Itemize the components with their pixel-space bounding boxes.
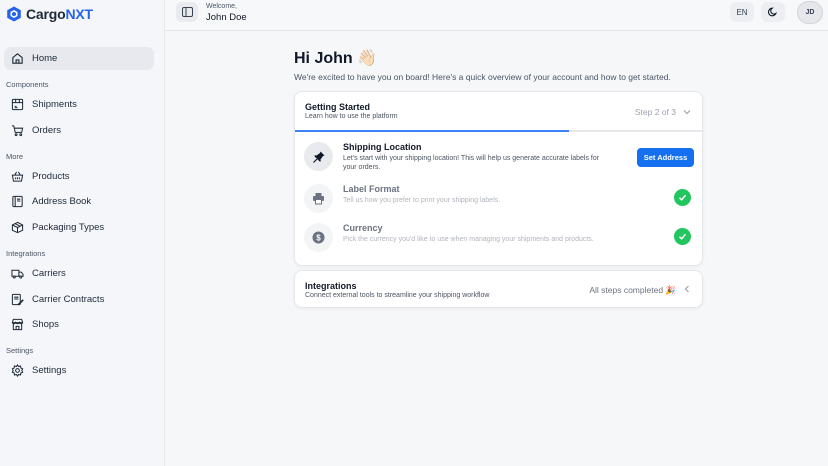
step-title: Shipping Location — [343, 142, 422, 152]
sidebar-item-label: Packaging Types — [32, 222, 105, 233]
avatar[interactable]: JD — [797, 1, 823, 24]
top-header: Welcome, John Doe EN JD — [165, 0, 828, 31]
sidebar-item-orders[interactable]: Orders — [4, 119, 154, 142]
chevron-left-icon[interactable] — [682, 284, 692, 294]
printer-icon — [313, 193, 324, 205]
sidebar-item-label: Carrier Contracts — [32, 294, 105, 305]
language-button[interactable]: EN — [730, 2, 754, 22]
sidebar-item-label: Address Book — [32, 196, 92, 207]
card-subtitle: Connect external tools to streamline you… — [305, 292, 490, 299]
sidebar-item-settings[interactable]: Settings — [4, 359, 154, 382]
brand-name: CargoNXT — [26, 6, 93, 22]
step-count: Step 2 of 3 — [634, 107, 676, 117]
sidebar-item-address-book[interactable]: Address Book — [4, 190, 154, 213]
section-label-more: More — [6, 152, 24, 161]
card-title: Integrations — [305, 281, 357, 291]
book-icon — [12, 195, 23, 208]
sidebar-item-carrier-contracts[interactable]: Carrier Contracts — [4, 288, 154, 311]
step-icon-wrap — [304, 184, 333, 213]
section-label-integrations: Integrations — [6, 249, 46, 258]
dollar-icon: $ — [312, 231, 325, 244]
section-label-settings: Settings — [6, 346, 34, 355]
section-label-components: Components — [6, 80, 49, 89]
sidebar-item-label: Carriers — [32, 268, 66, 279]
step-icon-wrap — [304, 142, 333, 171]
sidebar-item-carriers[interactable]: Carriers — [4, 262, 154, 285]
card-subtitle: Learn how to use the platform — [305, 113, 398, 120]
chevron-down-icon[interactable] — [682, 107, 692, 117]
sidebar-item-label: Shops — [32, 319, 59, 330]
step-description: Let's start with your shipping location!… — [343, 155, 600, 171]
step-icon-wrap: $ — [304, 223, 333, 252]
set-address-button[interactable]: Set Address — [637, 148, 694, 167]
integrations-status: All steps completed 🎉 — [589, 285, 676, 295]
card-title: Getting Started — [305, 102, 371, 112]
gear-icon — [11, 364, 24, 377]
integrations-card[interactable]: Integrations Connect external tools to s… — [294, 270, 703, 308]
step-title: Currency — [343, 223, 383, 233]
progress-bar — [295, 130, 570, 132]
check-circle-icon — [674, 189, 691, 206]
sidebar-item-packaging-types[interactable]: Packaging Types — [4, 216, 154, 239]
page-title: Hi John 👋🏻 — [294, 50, 378, 67]
sidebar-item-home[interactable]: Home — [4, 47, 154, 70]
brand-logo[interactable]: CargoNXT — [6, 6, 93, 22]
box-icon — [11, 221, 24, 234]
home-icon — [12, 53, 23, 64]
check-circle-icon — [674, 228, 691, 245]
shipments-icon — [11, 98, 24, 111]
basket-icon — [11, 171, 24, 182]
moon-icon — [768, 7, 778, 17]
step-title: Label Format — [343, 184, 400, 194]
getting-started-card: Getting Started Learn how to use the pla… — [294, 91, 704, 266]
page-subtitle: We're excited to have you on board! Here… — [294, 72, 671, 82]
sidebar-item-label: Shipments — [32, 99, 77, 110]
svg-text:$: $ — [316, 234, 321, 243]
welcome-text: Welcome, — [206, 3, 237, 10]
cart-icon — [11, 125, 24, 137]
store-icon — [11, 318, 24, 331]
step-description: Pick the currency you'd like to use when… — [343, 236, 594, 243]
sidebar-item-shipments[interactable]: Shipments — [4, 93, 154, 116]
sidebar: CargoNXT Home Components Shipments Order… — [0, 0, 165, 466]
truck-icon — [11, 269, 24, 279]
theme-toggle-button[interactable] — [761, 2, 785, 22]
sidebar-item-label: Home — [32, 53, 58, 64]
pushpin-icon — [312, 151, 324, 163]
sidebar-item-label: Settings — [32, 365, 67, 376]
sidebar-item-shops[interactable]: Shops — [4, 313, 154, 336]
step-description: Tell us how you prefer to print your shi… — [343, 197, 501, 204]
user-name: John Doe — [206, 12, 247, 23]
sidebar-item-label: Orders — [32, 125, 62, 136]
contract-icon — [11, 293, 24, 306]
sidebar-toggle-button[interactable] — [176, 2, 198, 22]
sidebar-item-products[interactable]: Products — [4, 165, 154, 188]
logo-icon — [7, 6, 21, 22]
sidebar-item-label: Products — [32, 171, 70, 182]
sidebar-panel-icon — [181, 7, 193, 17]
